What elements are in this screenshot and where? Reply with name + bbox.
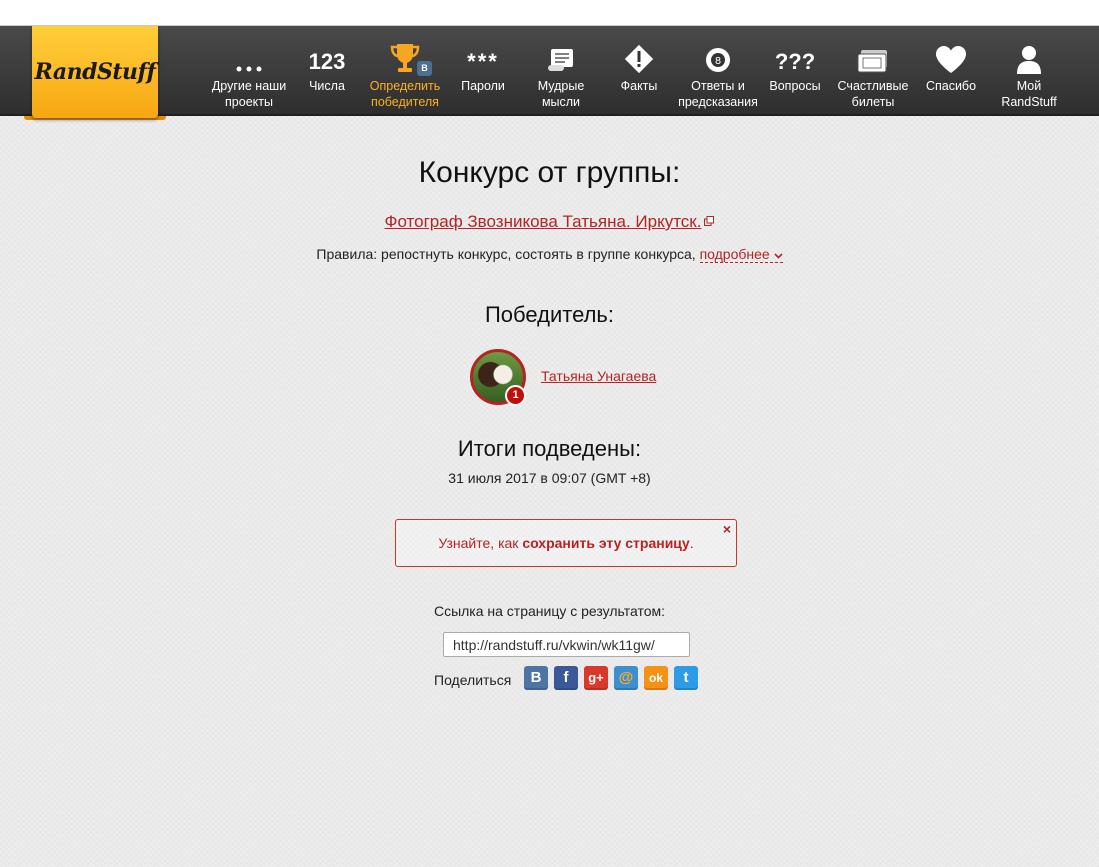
save-page-notice: Узнайте, как сохранить эту страницу. ×	[395, 519, 737, 567]
winner-heading: Победитель:	[484, 302, 615, 327]
vk-badge: В	[417, 61, 432, 76]
google-plus-icon: g+	[588, 670, 604, 685]
share-odnoklassniki-button[interactable]: ok	[644, 666, 668, 690]
nav-item-facts[interactable]: Факты	[610, 26, 668, 116]
browser-top-strip	[0, 0, 1099, 26]
nav-label: мысли	[541, 95, 581, 109]
nav-item-answers[interactable]: 8 Ответы и предсказания	[674, 26, 762, 116]
logo-text: RandStuff	[34, 59, 156, 85]
facebook-icon: f	[563, 669, 569, 686]
nav-label: Числа	[309, 79, 345, 93]
trophy-icon: В	[390, 38, 432, 76]
nav-label: проекты	[225, 95, 273, 109]
share-facebook-button[interactable]: f	[554, 666, 578, 690]
page-title: Конкурс от группы:	[418, 156, 681, 189]
nav-label: билеты	[851, 95, 895, 109]
share-label: Поделиться	[434, 672, 512, 688]
logo[interactable]: RandStuff	[24, 26, 166, 120]
dots-icon	[234, 38, 264, 74]
nav-item-my-randstuff[interactable]: Мой RandStuff	[996, 26, 1062, 116]
result-link-label: Ссылка на страницу с результатом:	[433, 603, 666, 619]
notice-prefix: Узнайте, как	[438, 535, 523, 551]
nav-label: Вопросы	[769, 79, 821, 93]
nav-label: Мой	[1016, 79, 1042, 93]
group-link-row: Фотограф Звозникова Татьяна. Иркутск.	[0, 212, 1099, 232]
twitter-icon: t	[683, 669, 689, 686]
save-page-link[interactable]: сохранить эту страницу	[522, 535, 689, 551]
chevron-down-icon	[774, 253, 783, 259]
nav-label: победителя	[371, 95, 439, 109]
nav-label: Счастливые	[837, 79, 909, 93]
nav-item-questions[interactable]: ??? Вопросы	[766, 26, 824, 116]
nav-label: Другие наши	[211, 79, 287, 93]
scroll-icon	[545, 38, 577, 74]
group-link[interactable]: Фотограф Звозникова Татьяна. Иркутск.	[385, 212, 702, 231]
question-marks-icon: ???	[774, 49, 816, 74]
nav-label: Спасибо	[925, 79, 977, 93]
heart-icon	[935, 38, 967, 74]
close-icon[interactable]: ×	[723, 521, 731, 537]
rules-more-link[interactable]: подробнее	[699, 246, 783, 263]
ticket-icon	[855, 38, 891, 74]
numbers-icon: 123	[308, 49, 346, 74]
share-vk-button[interactable]: B	[524, 666, 548, 690]
eight-ball-icon: 8	[704, 38, 732, 74]
external-link-icon	[704, 216, 715, 226]
nav-label: предсказания	[678, 95, 758, 109]
rules-text: Правила: репостнуть конкурс, состоять в …	[316, 246, 700, 262]
nav-item-lucky-tickets[interactable]: Счастливые билеты	[834, 26, 912, 116]
nav-item-other-projects[interactable]: Другие наши проекты	[205, 26, 293, 116]
nav-label: RandStuff	[1001, 95, 1057, 109]
nav-label: Мудрые	[537, 79, 585, 93]
vk-icon: B	[530, 669, 542, 686]
winner-name-link[interactable]: Татьяна Унагаева	[541, 368, 656, 384]
nav-item-thanks[interactable]: Спасибо	[921, 26, 981, 116]
nav-item-numbers[interactable]: 123 Числа	[303, 26, 351, 116]
notice-suffix: .	[689, 535, 694, 551]
nav-item-wise-thoughts[interactable]: Мудрые мысли	[532, 26, 590, 116]
nav-item-determine-winner[interactable]: В Определить победителя	[364, 26, 446, 116]
nav-label: Факты	[620, 79, 658, 93]
user-icon	[1015, 38, 1043, 74]
result-link-input[interactable]	[443, 632, 690, 657]
share-google-plus-button[interactable]: g+	[584, 666, 608, 690]
share-mailru-button[interactable]: @	[614, 666, 638, 690]
contest-rules: Правила: репостнуть конкурс, состоять в …	[0, 246, 1099, 263]
results-date: 31 июля 2017 в 09:07 (GMT +8)	[448, 470, 651, 486]
place-badge: 1	[505, 385, 526, 406]
exclamation-icon	[624, 38, 654, 74]
svg-text:8: 8	[715, 56, 721, 67]
results-heading: Итоги подведены:	[457, 436, 642, 461]
share-twitter-button[interactable]: t	[674, 666, 698, 690]
nav-label: Определить	[369, 79, 441, 93]
odnoklassniki-icon: ok	[648, 671, 663, 685]
nav-label: Ответы и	[691, 79, 745, 93]
nav-label: Пароли	[461, 79, 505, 93]
nav-item-passwords[interactable]: *** Пароли	[453, 26, 513, 116]
mailru-icon: @	[618, 669, 634, 686]
asterisks-icon: ***	[467, 49, 499, 74]
